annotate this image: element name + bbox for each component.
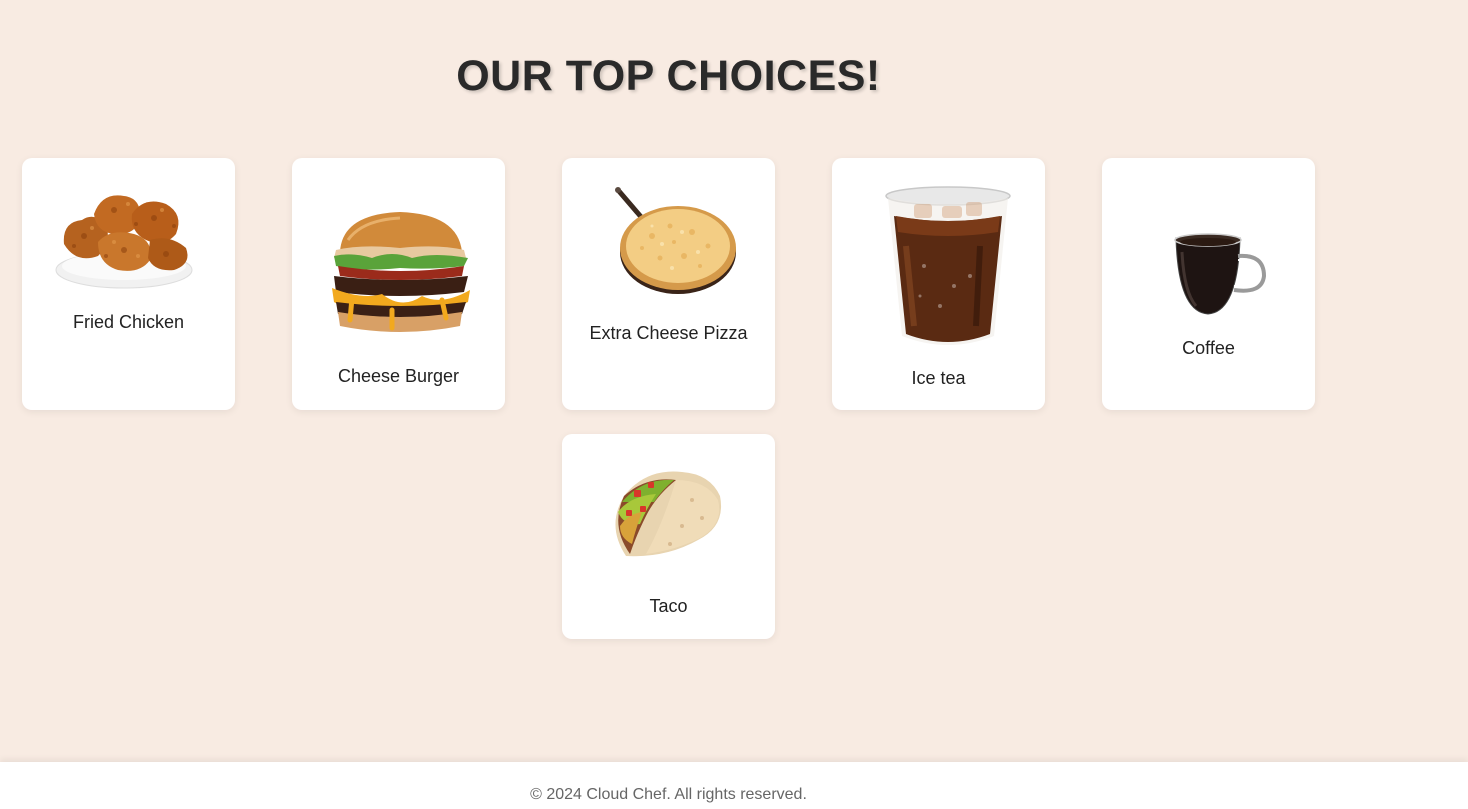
- menu-card-ice-tea[interactable]: Ice tea: [832, 158, 1045, 410]
- menu-item-name: Taco: [649, 596, 688, 616]
- menu-card-extra-cheese-pizza[interactable]: Extra Cheese Pizza: [562, 158, 775, 410]
- page-title: OUR TOP CHOICES!: [456, 52, 881, 100]
- fried-chicken-image: [55, 195, 193, 289]
- menu-item-name: Extra Cheese Pizza: [589, 323, 748, 343]
- menu-card-taco[interactable]: Taco: [562, 434, 775, 639]
- footer-copyright: © 2024 Cloud Chef. All rights reserved.: [530, 786, 807, 803]
- cheese-burger-image: [332, 212, 470, 332]
- page: OUR TOP CHOICES! Fried Chicken Cheese Bu…: [0, 0, 1468, 809]
- footer: © 2024 Cloud Chef. All rights reserved.: [0, 762, 1468, 809]
- pizza-image: [615, 187, 736, 294]
- menu-item-name: Cheese Burger: [337, 366, 460, 386]
- menu-card-coffee[interactable]: Coffee: [1102, 158, 1315, 410]
- menu-card-cheese-burger[interactable]: Cheese Burger: [292, 158, 505, 410]
- coffee-image: [1174, 233, 1267, 315]
- ice-tea-image: [885, 186, 1011, 345]
- menu-item-name: Fried Chicken: [72, 312, 185, 332]
- taco-image: [615, 471, 722, 557]
- menu-item-name: Coffee: [1182, 338, 1235, 358]
- menu-item-name: Ice tea: [911, 368, 966, 388]
- menu-card-fried-chicken[interactable]: Fried Chicken: [22, 158, 235, 410]
